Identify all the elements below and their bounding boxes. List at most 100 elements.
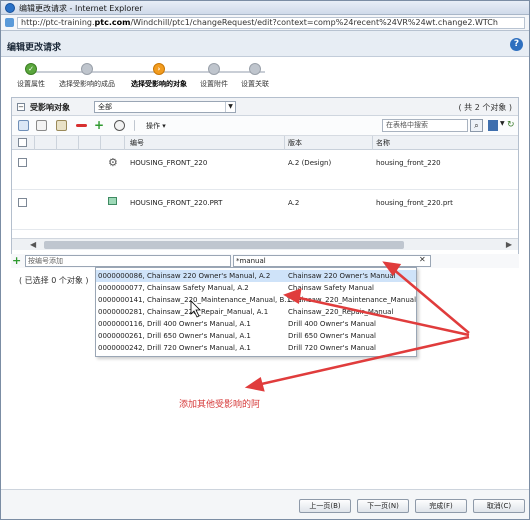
step-check-icon: ✓ — [25, 63, 37, 75]
suggestion-number: 0000000116, Drill 400 Owner's Manual, A.… — [98, 320, 251, 328]
toolbar-divider — [134, 120, 135, 131]
row-name: housing_front_220.prt — [376, 199, 453, 207]
panel-title: 受影响对象 — [30, 103, 70, 112]
suggestion-name: Chainsaw Safety Manual — [288, 284, 374, 292]
selection-count: ( 已选择 0 个对象 ) — [19, 276, 89, 285]
view-filter-value: 全部 — [98, 103, 112, 111]
clear-icon[interactable]: ✕ — [419, 255, 426, 264]
suggestion-name: Drill 720 Owner's Manual — [288, 344, 377, 352]
arrow-head — [244, 376, 265, 392]
options-icon[interactable] — [114, 120, 125, 131]
view-icon[interactable] — [488, 120, 498, 131]
row-checkbox[interactable] — [18, 158, 27, 167]
wizard-steps: ✓ 设置属性 选择受影响的成品 › 选择受影响的对象 设置附件 设置关联 — [1, 58, 529, 92]
table-search-input[interactable]: 在表格中搜索 — [382, 119, 468, 132]
suggestion-item[interactable]: 0000000077, Chainsaw Safety Manual, A.2 … — [96, 282, 416, 294]
step-current-icon: › — [153, 63, 165, 75]
row-version: A.2 (Design) — [288, 159, 332, 167]
suggestion-number: 0000000077, Chainsaw Safety Manual, A.2 — [98, 284, 249, 292]
table-row[interactable]: HOUSING_FRONT_220.PRT A.2 housing_front_… — [12, 190, 518, 230]
column-divider — [124, 136, 125, 150]
column-divider — [78, 136, 79, 150]
column-divider — [284, 136, 285, 150]
suggestion-item[interactable]: 0000000141, Chainsaw_220_Maintenance_Man… — [96, 294, 416, 306]
suggestion-number: 0000000242, Drill 720 Owner's Manual, A.… — [98, 344, 251, 352]
ie-logo-icon — [5, 3, 15, 13]
cancel-button[interactable]: 取消(C) — [473, 499, 525, 513]
step-associations[interactable]: 设置关联 — [217, 63, 293, 89]
scroll-left-icon[interactable]: ◀ — [30, 240, 36, 249]
suggestion-item[interactable]: 0000000281, Chainsaw_220_Repair_Manual, … — [96, 306, 416, 318]
row-name: housing_front_220 — [376, 159, 441, 167]
panel-header: − 受影响对象 全部 ▼ ( 共 2 个对象 ) — [12, 98, 518, 116]
actions-menu[interactable]: 操作 ▾ — [146, 121, 166, 131]
suggestion-number: 0000000141, Chainsaw_220_Maintenance_Man… — [98, 296, 291, 304]
object-count: ( 共 2 个对象 ) — [458, 103, 512, 112]
add-icon[interactable]: + — [12, 255, 21, 266]
column-divider — [372, 136, 373, 150]
suggestion-item[interactable]: 0000000116, Drill 400 Owner's Manual, A.… — [96, 318, 416, 330]
suggestion-name: Drill 650 Owner's Manual — [288, 332, 377, 340]
horizontal-scrollbar[interactable]: ◀ ▶ — [12, 238, 518, 250]
view-filter-select[interactable]: 全部 ▼ — [94, 101, 236, 113]
affected-objects-panel: − 受影响对象 全部 ▼ ( 共 2 个对象 ) + 操作 ▾ 在表格中搜索 ⌕… — [11, 97, 519, 267]
annotation-text: 添加其他受影响的阿 — [179, 400, 261, 410]
search-icon[interactable]: ⌕ — [470, 119, 483, 132]
suggestion-item[interactable]: 0000000086, Chainsaw 220 Owner's Manual,… — [96, 270, 416, 282]
column-divider — [34, 136, 35, 150]
page-title: 编辑更改请求 — [7, 43, 62, 53]
add-by-name-input[interactable]: *manual — [233, 255, 431, 267]
finish-button[interactable]: 完成(F) — [415, 499, 467, 513]
step-dot-icon — [81, 63, 93, 75]
dialog-header: 编辑更改请求 ? — [1, 31, 529, 57]
row-checkbox[interactable] — [18, 198, 27, 207]
refresh-icon[interactable]: ↻ — [507, 120, 515, 130]
suggestion-item[interactable]: 0000000242, Drill 720 Owner's Manual, A.… — [96, 342, 416, 354]
table-toolbar: + 操作 ▾ 在表格中搜索 ⌕ ▼ ↻ — [12, 116, 518, 136]
collapse-icon[interactable]: − — [17, 103, 25, 111]
table-row[interactable]: ⚙ HOUSING_FRONT_220 A.2 (Design) housing… — [12, 150, 518, 190]
select-all-checkbox[interactable] — [18, 138, 27, 147]
help-icon[interactable]: ? — [510, 38, 523, 51]
paste-icon[interactable] — [36, 120, 47, 131]
suggestion-number: 0000000086, Chainsaw 220 Owner's Manual,… — [98, 272, 271, 280]
url-prefix: http://ptc-training. — [21, 18, 95, 27]
row-number: HOUSING_FRONT_220 — [130, 159, 208, 167]
column-divider — [56, 136, 57, 150]
url-path: /Windchill/ptc1/changeRequest/edit?conte… — [130, 18, 498, 27]
row-number: HOUSING_FRONT_220.PRT — [130, 199, 223, 207]
url-domain: ptc.com — [94, 18, 131, 27]
browser-window: 编辑更改请求 - Internet Explorer http://ptc-tr… — [0, 0, 530, 520]
scroll-right-icon[interactable]: ▶ — [506, 240, 512, 249]
suggestion-name: Chainsaw_220_Maintenance_Manual — [288, 296, 417, 304]
copy-icon[interactable] — [18, 120, 29, 131]
suggestion-dropdown: 0000000086, Chainsaw 220 Owner's Manual,… — [95, 267, 417, 357]
next-button[interactable]: 下一页(N) — [357, 499, 409, 513]
dialog-footer: 上一页(B) 下一页(N) 完成(F) 取消(C) — [1, 489, 529, 519]
url-field[interactable]: http://ptc-training.ptc.com/Windchill/pt… — [17, 17, 525, 29]
add-by-number-row: + 按编号添加 *manual ✕ — [11, 254, 519, 268]
step-label: 选择受影响的成品 — [59, 80, 115, 88]
address-bar: http://ptc-training.ptc.com/Windchill/pt… — [1, 15, 529, 31]
window-title: 编辑更改请求 - Internet Explorer — [19, 4, 143, 13]
step-dot-icon — [249, 63, 261, 75]
column-header-number[interactable]: 编号 — [130, 138, 144, 148]
previous-button[interactable]: 上一页(B) — [299, 499, 351, 513]
view-dropdown-icon[interactable]: ▼ — [500, 120, 505, 127]
gear-part-icon: ⚙ — [108, 156, 118, 169]
remove-icon[interactable] — [76, 124, 87, 127]
add-by-number-input[interactable]: 按编号添加 — [25, 255, 231, 267]
row-version: A.2 — [288, 199, 300, 207]
page-icon — [5, 18, 14, 27]
suggestion-number: 0000000261, Drill 650 Owner's Manual, A.… — [98, 332, 251, 340]
paste-select-icon[interactable] — [56, 120, 67, 131]
suggestion-name: Chainsaw 220 Owner's Manual — [288, 272, 396, 280]
suggestion-number: 0000000281, Chainsaw_220_Repair_Manual, … — [98, 308, 269, 316]
suggestion-item[interactable]: 0000000261, Drill 650 Owner's Manual, A.… — [96, 330, 416, 342]
column-header-name[interactable]: 名称 — [376, 138, 390, 148]
scrollbar-thumb[interactable] — [44, 241, 404, 249]
column-header-version[interactable]: 版本 — [288, 138, 302, 148]
table-header: 编号 版本 名称 — [12, 136, 518, 150]
step-affected-end-items[interactable]: 选择受影响的成品 — [49, 63, 125, 89]
add-icon[interactable]: + — [94, 119, 105, 131]
